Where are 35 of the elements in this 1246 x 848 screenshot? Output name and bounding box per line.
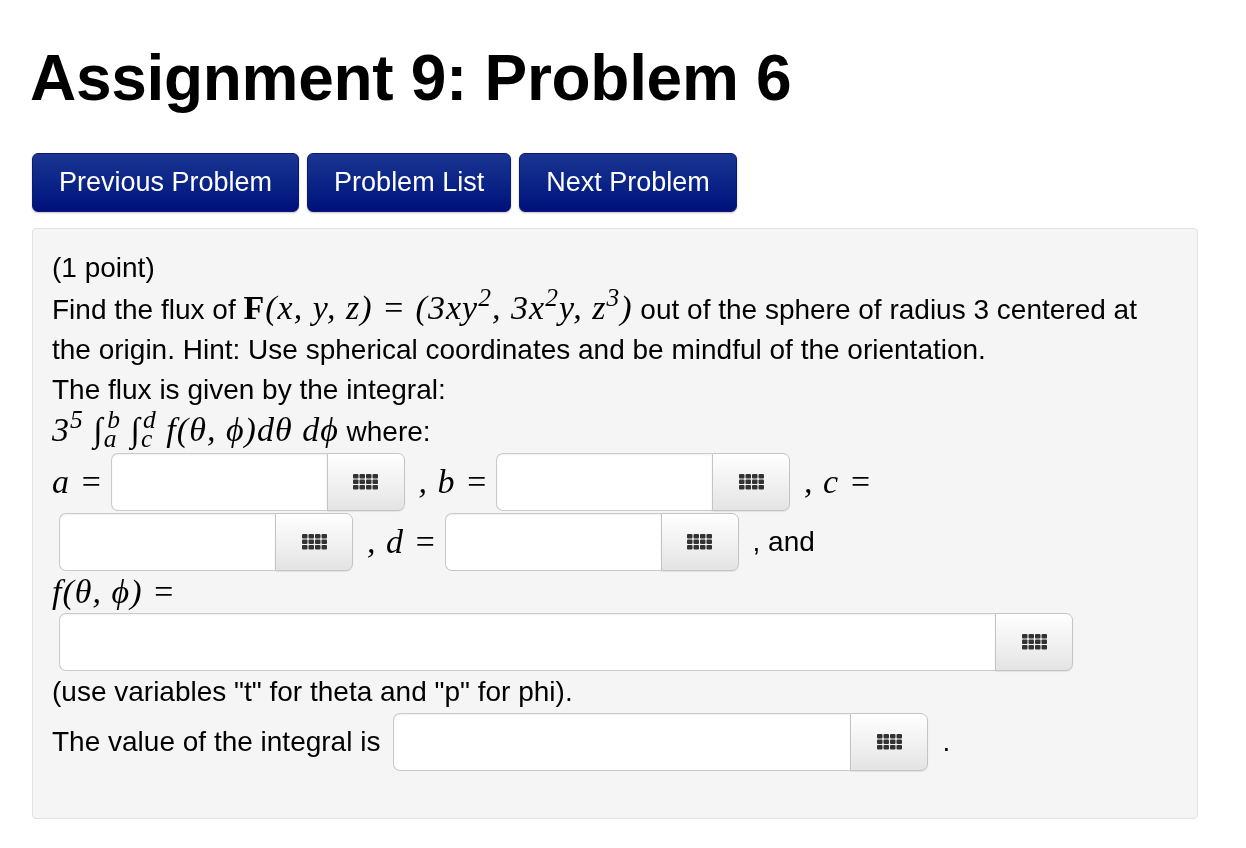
keypad-button[interactable] <box>850 713 929 771</box>
instruction-text: (use variables "t" for theta and "p" for phi). <box>52 675 573 709</box>
grid-icon <box>1021 634 1047 650</box>
keypad-button[interactable] <box>712 453 791 511</box>
math-label: , c = <box>804 462 873 502</box>
instruction-text: , and <box>752 525 815 559</box>
grid-icon <box>301 534 327 550</box>
grid-icon <box>687 534 713 550</box>
math-label: a = <box>52 462 104 502</box>
point-value: (1 point) <box>52 251 156 285</box>
input-field[interactable] <box>59 513 275 571</box>
nav-button[interactable]: Previous Problem <box>32 153 300 212</box>
grid-icon <box>876 734 902 750</box>
grid-icon <box>353 474 378 490</box>
input-field[interactable] <box>444 513 661 571</box>
keypad-button[interactable] <box>326 453 405 511</box>
instruction-text: The value of the integral is <box>52 725 381 759</box>
keypad-button[interactable] <box>275 513 353 571</box>
problem-text: The flux is given by the integral: <box>52 373 447 407</box>
math-label: f(θ, ϕ) = <box>52 572 176 612</box>
math-label: , d = <box>367 522 438 562</box>
grid-icon <box>738 474 764 490</box>
instruction-text: . <box>942 725 951 759</box>
input-field[interactable] <box>393 713 851 771</box>
keypad-button[interactable] <box>660 513 739 571</box>
problem-text: Find the flux of F(x, y, z) = (3xy$^{2}$, 3x$^{2}$y, z$^{3}$) out of the sphere of radius 3 centered at the origin. Hint: Use spherical coordinates and be mindful of the orientation. <box>52 288 1138 367</box>
input-field[interactable] <box>496 453 713 511</box>
problem-text: 3$^{5}$ ∫$_{a}$$^{b}$ ∫$_{c}$$^{d}$ f(θ, ϕ)dθ dϕ where: <box>52 410 432 452</box>
input-field[interactable] <box>110 453 327 511</box>
input-field[interactable] <box>59 613 995 671</box>
math-label: , b = <box>418 462 490 502</box>
nav-button[interactable]: Problem List <box>307 153 512 212</box>
nav-button[interactable]: Next Problem <box>519 153 737 212</box>
keypad-button[interactable] <box>995 613 1073 671</box>
page-title: Assignment 9: Problem 6 <box>30 41 793 116</box>
